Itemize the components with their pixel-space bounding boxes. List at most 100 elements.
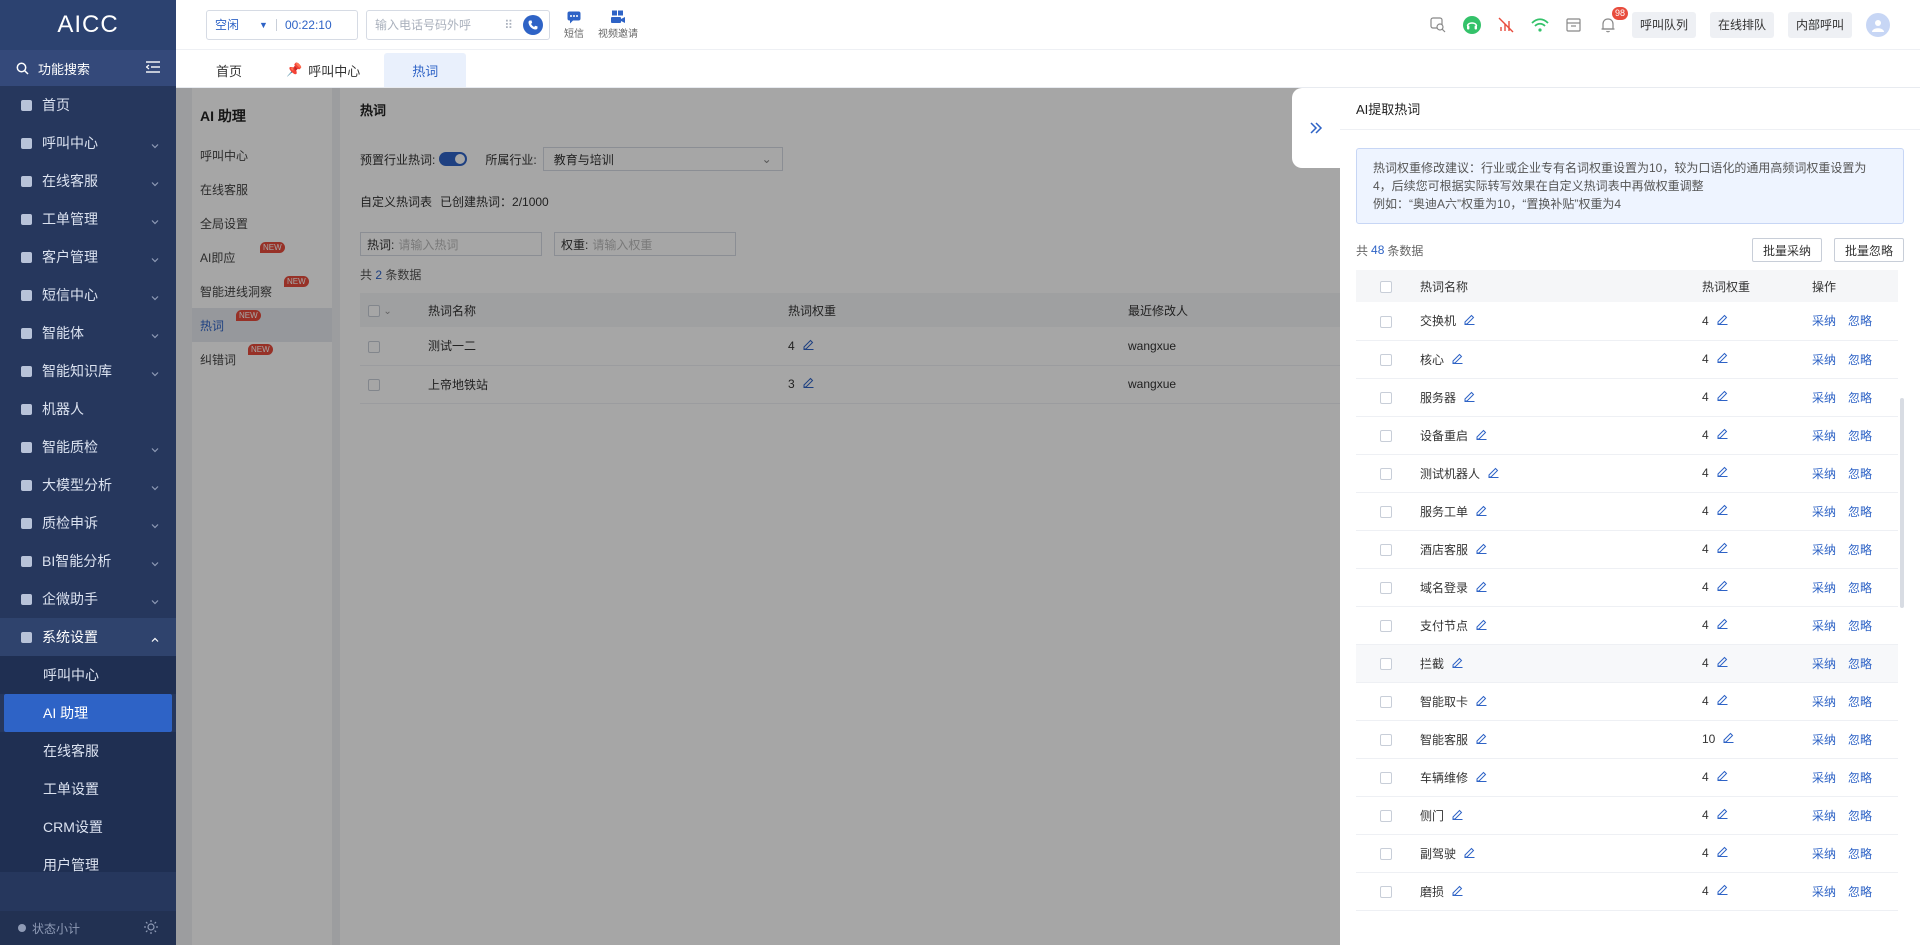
edit-icon[interactable] — [1476, 695, 1487, 709]
row-checkbox[interactable] — [1380, 885, 1392, 898]
sidebar-item-6[interactable]: 智能体 — [0, 314, 176, 352]
edit-icon[interactable] — [1476, 543, 1487, 557]
row-checkbox[interactable] — [1380, 695, 1392, 708]
sidebar-item-10[interactable]: 大模型分析 — [0, 466, 176, 504]
theme-sun-icon[interactable] — [144, 919, 158, 937]
sms-tool[interactable]: 短信 — [564, 9, 584, 40]
edit-icon[interactable] — [1464, 847, 1475, 861]
sidebar-item-14[interactable]: 系统设置 — [0, 618, 176, 656]
sidebar-item-13[interactable]: 企微助手 — [0, 580, 176, 618]
accept-link[interactable]: 采纳 — [1812, 847, 1836, 861]
edit-icon[interactable] — [1717, 808, 1728, 822]
ignore-link[interactable]: 忽略 — [1848, 391, 1872, 405]
wifi-icon[interactable] — [1530, 15, 1550, 35]
edit-icon[interactable] — [1452, 353, 1463, 367]
submenu-item-3[interactable]: 工单设置 — [0, 770, 176, 808]
row-checkbox[interactable] — [1380, 505, 1392, 518]
edit-icon[interactable] — [1452, 809, 1463, 823]
edit-icon[interactable] — [1717, 656, 1728, 670]
edit-icon[interactable] — [1476, 429, 1487, 443]
row-checkbox[interactable] — [1380, 315, 1392, 328]
edit-icon[interactable] — [1717, 618, 1728, 632]
row-checkbox[interactable] — [1380, 619, 1392, 632]
edit-icon[interactable] — [1476, 733, 1487, 747]
submenu-item-2[interactable]: 在线客服 — [0, 732, 176, 770]
ignore-link[interactable]: 忽略 — [1848, 619, 1872, 633]
edit-icon[interactable] — [1717, 504, 1728, 518]
call-queue-button[interactable]: 呼叫队列 — [1631, 11, 1696, 38]
message-search-icon[interactable] — [1428, 15, 1448, 35]
edit-icon[interactable] — [1452, 885, 1463, 899]
tab-home[interactable]: 首页 — [196, 53, 262, 87]
dial-input[interactable]: 输入电话号码外呼 ⠿ — [366, 9, 550, 40]
row-checkbox[interactable] — [1380, 809, 1392, 822]
ignore-link[interactable]: 忽略 — [1848, 885, 1872, 899]
accept-link[interactable]: 采纳 — [1812, 505, 1836, 519]
collapse-drawer-button[interactable] — [1292, 88, 1340, 168]
agent-status-select[interactable]: 空闲 ▼ 00:22:10 — [206, 9, 358, 40]
edit-icon[interactable] — [1452, 657, 1463, 671]
sidebar-item-9[interactable]: 智能质检 — [0, 428, 176, 466]
edit-icon[interactable] — [1476, 505, 1487, 519]
edit-icon[interactable] — [1464, 391, 1475, 405]
edit-icon[interactable] — [1717, 466, 1728, 480]
accept-link[interactable]: 采纳 — [1812, 353, 1836, 367]
user-avatar[interactable] — [1866, 12, 1890, 37]
batch-accept-button[interactable]: 批量采纳 — [1751, 238, 1822, 262]
accept-link[interactable]: 采纳 — [1812, 809, 1836, 823]
edit-icon[interactable] — [1717, 390, 1728, 404]
notification-bell-icon[interactable]: 98 — [1598, 6, 1628, 35]
video-invite-tool[interactable]: 视频邀请 — [598, 9, 638, 40]
accept-link[interactable]: 采纳 — [1812, 391, 1836, 405]
drawer-select-all-checkbox[interactable] — [1380, 280, 1392, 293]
submenu-item-0[interactable]: 呼叫中心 — [0, 656, 176, 694]
call-button[interactable] — [523, 14, 543, 35]
accept-link[interactable]: 采纳 — [1812, 657, 1836, 671]
row-checkbox[interactable] — [1380, 353, 1392, 366]
ignore-link[interactable]: 忽略 — [1848, 733, 1872, 747]
ignore-link[interactable]: 忽略 — [1848, 314, 1872, 328]
submenu-item-1[interactable]: AI 助理 — [4, 694, 172, 732]
row-checkbox[interactable] — [1380, 429, 1392, 442]
sidebar-item-7[interactable]: 智能知识库 — [0, 352, 176, 390]
row-checkbox[interactable] — [1380, 847, 1392, 860]
row-checkbox[interactable] — [1380, 391, 1392, 404]
collapse-menu-icon[interactable] — [145, 60, 160, 76]
keypad-icon[interactable]: ⠿ — [504, 18, 513, 32]
function-search[interactable]: 功能搜索 — [0, 50, 176, 86]
sidebar-item-2[interactable]: 在线客服 — [0, 162, 176, 200]
row-checkbox[interactable] — [1380, 733, 1392, 746]
edit-icon[interactable] — [1717, 352, 1728, 366]
accept-link[interactable]: 采纳 — [1812, 543, 1836, 557]
accept-link[interactable]: 采纳 — [1812, 771, 1836, 785]
sidebar-item-3[interactable]: 工单管理 — [0, 200, 176, 238]
edit-icon[interactable] — [1723, 732, 1734, 746]
edit-icon[interactable] — [1476, 581, 1487, 595]
submenu-item-4[interactable]: CRM设置 — [0, 808, 176, 846]
accept-link[interactable]: 采纳 — [1812, 733, 1836, 747]
ignore-link[interactable]: 忽略 — [1848, 657, 1872, 671]
accept-link[interactable]: 采纳 — [1812, 429, 1836, 443]
edit-icon[interactable] — [1717, 542, 1728, 556]
edit-icon[interactable] — [1717, 770, 1728, 784]
ignore-link[interactable]: 忽略 — [1848, 581, 1872, 595]
status-summary-label[interactable]: 状态小计 — [32, 920, 80, 937]
sidebar-item-11[interactable]: 质检申诉 — [0, 504, 176, 542]
accept-link[interactable]: 采纳 — [1812, 619, 1836, 633]
edit-icon[interactable] — [1717, 428, 1728, 442]
ignore-link[interactable]: 忽略 — [1848, 429, 1872, 443]
accept-link[interactable]: 采纳 — [1812, 314, 1836, 328]
ignore-link[interactable]: 忽略 — [1848, 353, 1872, 367]
online-queue-button[interactable]: 在线排队 — [1709, 11, 1774, 38]
accept-link[interactable]: 采纳 — [1812, 695, 1836, 709]
calendar-icon[interactable] — [1564, 15, 1584, 35]
batch-ignore-button[interactable]: 批量忽略 — [1833, 238, 1904, 262]
row-checkbox[interactable] — [1380, 771, 1392, 784]
ignore-link[interactable]: 忽略 — [1848, 543, 1872, 557]
accept-link[interactable]: 采纳 — [1812, 581, 1836, 595]
row-checkbox[interactable] — [1380, 543, 1392, 556]
tab-hotwords[interactable]: 热词 — [384, 53, 467, 87]
row-checkbox[interactable] — [1380, 467, 1392, 480]
sidebar-item-0[interactable]: 首页 — [0, 86, 176, 124]
ignore-link[interactable]: 忽略 — [1848, 467, 1872, 481]
